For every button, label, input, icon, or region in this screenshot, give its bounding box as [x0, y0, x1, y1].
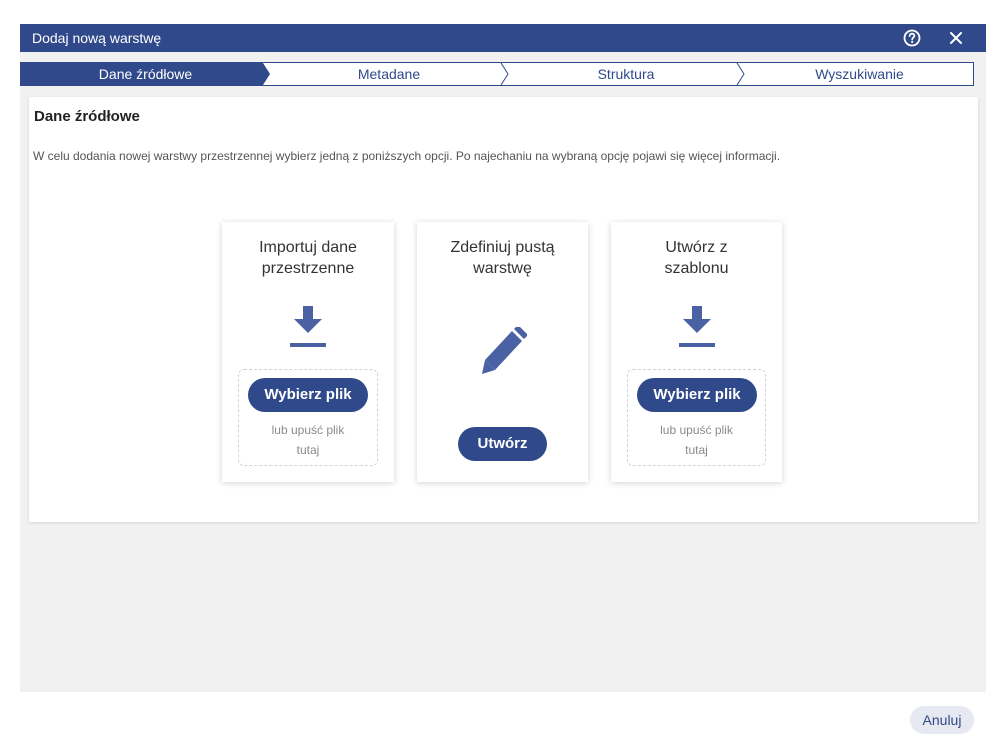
panel-title: Dane źródłowe: [34, 108, 140, 125]
pencil-icon: [481, 327, 527, 374]
panel-description: W celu dodania nowej warstwy przestrzenn…: [33, 149, 781, 163]
step-struktura[interactable]: Struktura: [508, 63, 744, 85]
wizard-stepper: Dane źródłowe Metadane Struktura Wyszuki…: [20, 62, 974, 86]
step-dane-zrodlowe[interactable]: Dane źródłowe: [21, 63, 270, 85]
option-import-card[interactable]: Importuj dane przestrzenne Wybierz plik …: [222, 222, 394, 482]
option-template-title: Utwórz z szablonu: [664, 239, 729, 277]
choose-template-file-button[interactable]: Wybierz plik: [637, 378, 757, 412]
option-empty-layer-card[interactable]: Zdefiniuj pustą warstwę Utwórz: [417, 222, 588, 482]
dialog-titlebar: Dodaj nową warstwę: [20, 24, 986, 52]
close-icon[interactable]: [946, 28, 966, 48]
step-metadane[interactable]: Metadane: [270, 63, 508, 85]
step-wyszukiwanie[interactable]: Wyszukiwanie: [744, 63, 973, 85]
dialog-title: Dodaj nową warstwę: [32, 30, 162, 46]
help-circle-icon[interactable]: [902, 28, 922, 48]
cancel-button[interactable]: Anuluj: [910, 706, 974, 734]
import-dropzone[interactable]: Wybierz plik lub upuść plik tutaj: [238, 369, 378, 466]
option-template-card[interactable]: Utwórz z szablonu Wybierz plik lub upuść…: [611, 222, 782, 482]
template-dropzone[interactable]: Wybierz plik lub upuść plik tutaj: [627, 369, 766, 466]
download-icon: [290, 306, 326, 347]
drop-hint: lub upuść plik tutaj: [271, 423, 345, 457]
option-empty-title: Zdefiniuj pustą warstwę: [450, 239, 555, 277]
choose-file-button[interactable]: Wybierz plik: [248, 378, 368, 412]
download-icon: [678, 306, 715, 347]
create-button[interactable]: Utwórz: [458, 427, 547, 461]
source-data-panel: Dane źródłowe W celu dodania nowej warst…: [29, 97, 978, 522]
drop-hint: lub upuść plik tutaj: [660, 423, 733, 457]
option-import-title: Importuj dane przestrzenne: [259, 239, 357, 277]
